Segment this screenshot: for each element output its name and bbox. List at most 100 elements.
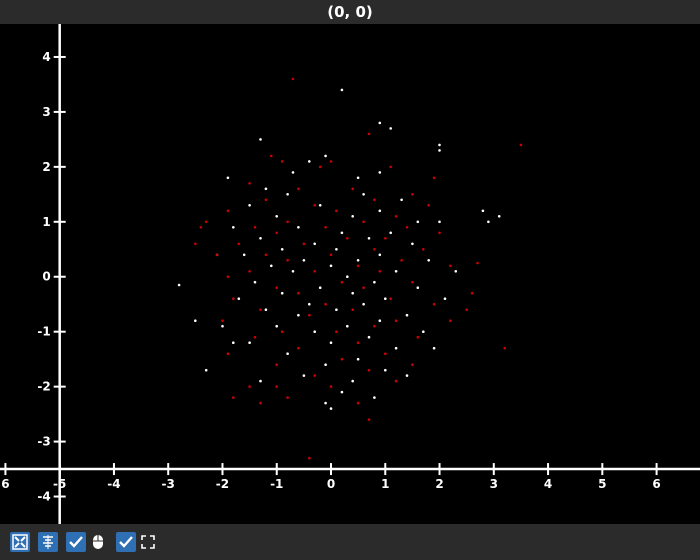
data-point [302,259,306,262]
data-point [297,291,300,295]
data-point [318,165,322,169]
data-point [356,341,360,345]
data-point [291,77,295,81]
data-point [384,237,387,240]
data-point [346,275,349,278]
data-point [373,198,376,202]
y-tick-label: 4 [42,50,50,64]
data-point [411,363,414,367]
data-point [400,259,403,262]
data-point [204,368,208,372]
data-point [259,138,262,141]
data-point [259,237,262,240]
data-point [367,132,371,136]
data-point [378,319,382,323]
data-point [394,270,398,273]
data-point [367,368,371,372]
data-point [286,396,289,399]
data-point [378,209,382,213]
data-point [253,335,257,339]
x-tick-label: -4 [107,477,120,491]
data-point [324,401,327,405]
data-point [248,204,251,207]
data-point [411,280,414,284]
axis-menu-button[interactable] [38,532,58,552]
data-point [329,253,333,257]
data-point [275,215,279,218]
data-point [519,143,523,147]
data-point [367,237,371,240]
data-point [394,215,398,218]
data-point [340,280,344,284]
auto-scale-button[interactable] [10,532,30,552]
data-point [297,226,300,229]
data-point [497,215,501,218]
data-point [351,187,355,191]
data-point [313,270,317,273]
data-point [432,176,436,180]
data-point [308,160,311,163]
scatter-plot[interactable]: 6 -5 -4 -3 -2 -1 0 1 2 3 4 5 643210-1-2-3-4 [0,24,700,524]
y-tick-label: 2 [42,160,50,174]
data-point [449,264,452,268]
data-point [308,302,311,306]
x-tick-label: 5 [598,477,606,491]
data-point [194,242,197,246]
data-point [291,171,295,174]
data-point [405,226,409,229]
data-point [237,242,241,246]
y-tick-label: 1 [42,215,50,229]
data-point [373,396,376,399]
data-point [318,286,322,290]
data-point [329,341,333,345]
data-point [308,313,311,317]
mouse-mode-checkbox[interactable] [66,532,86,552]
data-point [221,324,224,328]
data-point [313,330,317,334]
data-point [356,401,360,405]
data-point [280,160,284,163]
data-point [204,220,208,224]
data-point [346,324,349,328]
data-point [384,297,387,301]
data-point [280,291,284,295]
x-tick-label: 3 [490,477,498,491]
data-point [400,198,403,202]
data-point [373,280,376,284]
data-point [335,308,338,312]
data-point [291,270,295,273]
data-point [226,176,230,180]
plot-area[interactable]: 6 -5 -4 -3 -2 -1 0 1 2 3 4 5 6 4 3 2 1 0 -1 -2 -3 -4 [0,24,700,524]
data-point [449,319,452,323]
data-point [389,127,393,130]
data-point [329,385,333,388]
data-point [405,374,409,377]
data-point [356,176,360,180]
x-tick-label: -5 [53,477,66,491]
data-point [487,220,490,224]
x-tick-label: 4 [544,477,552,491]
fullscreen-checkbox[interactable] [116,532,136,552]
data-point [280,330,284,334]
data-point [384,352,387,356]
mouse-icon [93,535,103,549]
data-point [454,270,458,273]
data-point [275,324,279,328]
data-point [362,220,365,224]
data-point [286,259,289,262]
fullscreen-icon [141,535,155,549]
data-point [422,330,425,334]
data-point [264,187,268,191]
data-point [226,352,230,356]
data-point [329,264,333,268]
data-point [362,302,365,306]
y-tick-label: 0 [42,270,50,284]
data-point [503,346,507,350]
data-point [427,259,431,262]
x-tick-label: -1 [270,477,283,491]
y-tick-label: 3 [42,105,50,119]
data-point [340,357,344,361]
data-point [416,220,420,224]
data-point [242,253,246,257]
data-point [438,231,441,235]
